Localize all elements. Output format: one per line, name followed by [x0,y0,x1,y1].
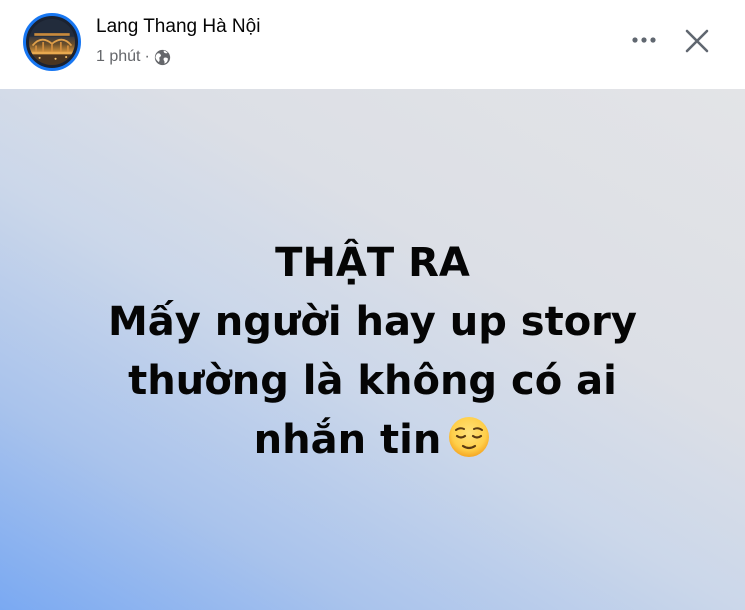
avatar-photo-icon [29,19,75,65]
close-icon [685,29,709,53]
post-time-link[interactable]: 1 phút [96,48,140,66]
post-meta: 1 phút · [96,47,171,67]
avatar-photo [29,19,75,65]
post-line-3: thường là không có ai [128,358,617,404]
facebook-post: Lang Thang Hà Nội 1 phút · THẬT RA Mấy n… [0,0,745,610]
meta-separator: · [144,48,150,65]
more-horizontal-icon [632,37,656,43]
post-line-4: nhắn tin [253,417,442,463]
more-options-button[interactable] [622,22,666,58]
post-line-1: THẬT RA [275,240,470,286]
post-header: Lang Thang Hà Nội 1 phút · [0,0,745,89]
globe-icon[interactable] [154,49,171,66]
relieved-face-icon [449,417,490,457]
close-button[interactable] [676,20,718,62]
page-name-link[interactable]: Lang Thang Hà Nội [96,16,260,38]
post-text: THẬT RA Mấy người hay up story thường là… [40,234,705,470]
page-avatar[interactable] [23,13,81,71]
post-line-2: Mấy người hay up story [108,299,637,345]
post-line-4-wrap: nhắn tin [40,411,705,470]
